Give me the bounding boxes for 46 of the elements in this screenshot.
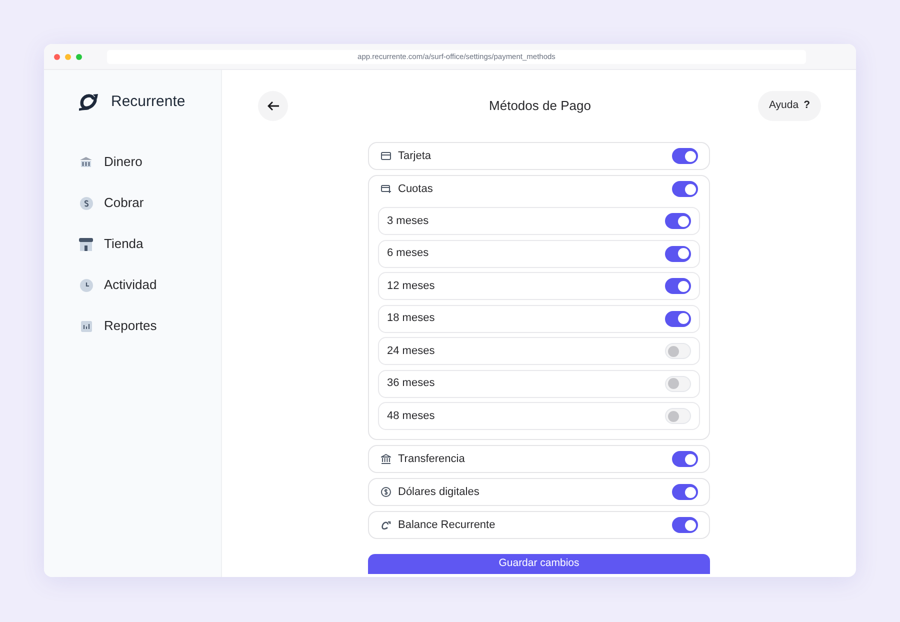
method-label: Tarjeta — [398, 148, 432, 164]
method-label: Balance Recurrente — [398, 518, 496, 533]
bank-icon — [381, 454, 391, 464]
save-button[interactable]: Guardar cambios — [368, 554, 710, 574]
card-icon — [381, 152, 391, 160]
method-label: 6 meses — [387, 246, 429, 262]
storefront-icon — [79, 238, 93, 250]
toggle-switch[interactable] — [665, 310, 691, 326]
toggle-switch[interactable] — [665, 278, 691, 294]
method-label: Transferencia — [398, 452, 465, 467]
chart-icon — [80, 320, 92, 332]
method-label: 36 meses — [387, 376, 435, 392]
page-title: Métodos de Pago — [489, 97, 591, 116]
nav-item[interactable]: Dinero — [71, 151, 221, 173]
toggle-switch[interactable] — [665, 246, 691, 262]
toggle-switch[interactable] — [665, 376, 691, 392]
toggle-switch[interactable] — [665, 343, 691, 359]
help-button[interactable]: Ayuda ? — [758, 91, 821, 121]
method-label: 48 meses — [387, 408, 435, 424]
brand-name: Recurrente — [111, 92, 186, 112]
nav-item[interactable]: Reportes — [71, 315, 221, 337]
toggle-switch[interactable] — [665, 408, 691, 424]
method-label: 3 meses — [387, 214, 429, 229]
back-arrow-icon — [266, 101, 280, 111]
nav-item[interactable]: Cobrar — [71, 192, 221, 214]
back-button[interactable] — [258, 91, 288, 121]
method-label: 12 meses — [387, 278, 435, 294]
method-label: Dólares digitales — [398, 484, 480, 500]
toggle-switch[interactable] — [672, 148, 698, 164]
card-plus-icon — [381, 184, 391, 194]
logo-icon — [79, 93, 101, 111]
toggle-switch[interactable] — [672, 484, 698, 500]
method-label: Cuotas — [398, 182, 433, 197]
clock-icon — [80, 278, 92, 292]
toggle-switch[interactable] — [665, 213, 691, 229]
dollar-coin-icon — [381, 487, 391, 497]
loop-arrow-icon — [381, 520, 391, 530]
nav-item[interactable]: Tienda — [71, 233, 221, 255]
method-label: 18 meses — [387, 311, 435, 326]
bank-icon — [80, 156, 92, 168]
toggle-switch[interactable] — [672, 181, 698, 197]
nav-item[interactable]: Actividad — [71, 274, 221, 296]
method-label: 24 meses — [387, 344, 435, 359]
toggle-switch[interactable] — [672, 451, 698, 467]
toggle-switch[interactable] — [672, 517, 698, 533]
dollar-coin-icon — [80, 196, 92, 210]
